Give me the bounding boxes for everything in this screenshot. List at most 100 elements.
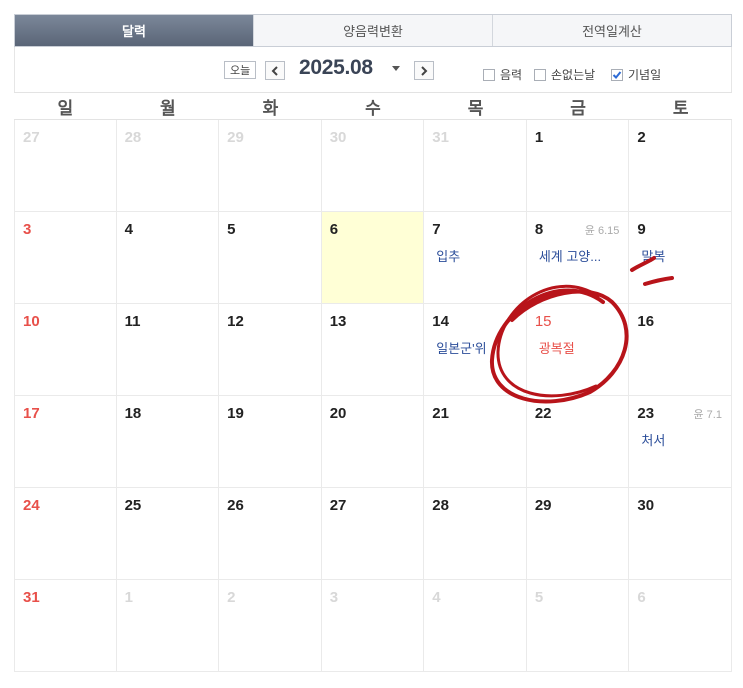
sonneomneunnal-checkbox[interactable] — [534, 68, 546, 81]
day-number: 26 — [227, 497, 244, 514]
lunar-date: 윤 7.1 — [693, 409, 722, 421]
day-cell[interactable]: 30 — [629, 488, 732, 580]
day-cell[interactable]: 22 — [526, 396, 630, 488]
day-cell[interactable]: 2 — [629, 120, 732, 212]
day-cell[interactable]: 28 — [116, 120, 220, 212]
day-cell[interactable]: 30 — [321, 120, 425, 212]
day-number: 5 — [227, 221, 236, 238]
tab-lunar-converter[interactable]: 양음력변환 — [253, 15, 492, 46]
day-cell[interactable]: 6 — [321, 212, 425, 304]
day-cell[interactable]: 28 — [424, 488, 527, 580]
day-cell[interactable]: 3 — [14, 212, 117, 304]
day-number: 3 — [23, 221, 32, 238]
lunar-checkbox[interactable] — [483, 68, 495, 81]
day-number: 29 — [534, 497, 552, 514]
day-number: 1 — [124, 589, 133, 606]
day-cell[interactable]: 17 — [14, 396, 117, 488]
day-cell[interactable]: 31 — [424, 120, 527, 212]
day-cell[interactable]: 13 — [321, 304, 425, 396]
next-month-button[interactable] — [414, 61, 434, 80]
day-number: 10 — [23, 313, 40, 330]
day-number: 27 — [329, 497, 347, 514]
day-cell[interactable]: 5 — [526, 580, 630, 672]
today-button[interactable]: 오늘 — [224, 61, 257, 79]
lunar-date: 윤 6.15 — [584, 225, 620, 237]
day-number: 4 — [124, 221, 133, 238]
day-cell[interactable]: 21 — [424, 396, 527, 488]
chevron-left-icon — [271, 65, 278, 76]
day-cell[interactable]: 27 — [321, 488, 425, 580]
day-cell[interactable]: 26 — [219, 488, 322, 580]
day-cell[interactable]: 18 — [116, 396, 220, 488]
day-cell[interactable]: 8 윤 6.15 세계 고양... — [526, 212, 630, 304]
year-month-selector[interactable]: 2025.08 — [299, 56, 373, 80]
weekday-thu: 목 — [424, 93, 527, 120]
calendar-toolbar: 오늘 2025.08 음력 손없는날 기념일 — [14, 47, 732, 92]
day-cell[interactable]: 2 — [219, 580, 322, 672]
day-cell[interactable]: 23 윤 7.1 처서 — [629, 396, 732, 488]
day-number: 3 — [329, 589, 339, 606]
day-number: 22 — [534, 405, 552, 422]
sonneomneunnal-option[interactable]: 손없는날 — [534, 66, 595, 83]
day-cell[interactable]: 5 — [219, 212, 322, 304]
event-label[interactable]: 광복절 — [539, 338, 575, 357]
event-label[interactable]: 처서 — [641, 430, 665, 449]
day-cell[interactable]: 1 — [116, 580, 220, 672]
tab-discharge-calculator[interactable]: 전역일계산 — [492, 15, 731, 46]
day-cell[interactable]: 24 — [14, 488, 117, 580]
day-cell[interactable]: 16 — [629, 304, 732, 396]
day-cell[interactable]: 25 — [116, 488, 220, 580]
weekday-wed: 수 — [321, 93, 425, 120]
day-number: 17 — [23, 405, 40, 422]
day-number: 2 — [637, 129, 646, 146]
calendar-app: 달력 양음력변환 전역일계산 오늘 2025.08 음력 손없는날 기념일 일 — [14, 14, 732, 672]
day-number: 13 — [329, 313, 347, 330]
day-cell[interactable]: 19 — [219, 396, 322, 488]
day-cell[interactable]: 1 — [526, 120, 630, 212]
day-cell[interactable]: 10 — [14, 304, 117, 396]
day-number: 28 — [432, 497, 449, 514]
weekday-mon: 월 — [116, 93, 220, 120]
day-number: 18 — [124, 405, 142, 422]
anniversary-option-label: 기념일 — [628, 68, 662, 82]
day-cell[interactable]: 6 — [629, 580, 732, 672]
caret-down-icon[interactable] — [392, 66, 400, 71]
event-label[interactable]: 일본군'위 — [436, 338, 486, 357]
lunar-option[interactable]: 음력 — [483, 66, 522, 83]
day-cell[interactable]: 31 — [14, 580, 117, 672]
day-number: 23 — [637, 405, 655, 422]
day-cell[interactable]: 4 — [424, 580, 527, 672]
day-cell[interactable]: 15 광복절 — [526, 304, 630, 396]
day-cell[interactable]: 27 — [14, 120, 117, 212]
day-cell[interactable]: 14 일본군'위 — [424, 304, 527, 396]
day-number: 24 — [23, 497, 40, 514]
day-number: 6 — [637, 589, 646, 606]
day-cell[interactable]: 12 — [219, 304, 322, 396]
day-number: 27 — [23, 129, 40, 146]
event-label[interactable]: 세계 고양... — [539, 246, 601, 265]
event-label[interactable]: 말복 — [641, 246, 665, 265]
day-number: 21 — [432, 405, 449, 422]
calendar-grid: 일 월 화 수 목 금 토 27 28 29 30 31 1 2 3 4 5 6 7 입추 8 윤 6.15… — [14, 92, 732, 672]
day-number: 8 — [534, 221, 544, 238]
day-cell[interactable]: 11 — [116, 304, 220, 396]
prev-month-button[interactable] — [265, 61, 285, 80]
event-label[interactable]: 입추 — [436, 246, 460, 265]
day-number: 25 — [124, 497, 142, 514]
anniversary-option[interactable]: 기념일 — [611, 66, 661, 83]
weekday-sun: 일 — [14, 93, 117, 120]
anniversary-checkbox[interactable] — [611, 68, 623, 81]
day-number: 30 — [637, 497, 655, 514]
day-cell[interactable]: 29 — [219, 120, 322, 212]
day-cell[interactable]: 4 — [116, 212, 220, 304]
day-cell[interactable]: 3 — [321, 580, 425, 672]
weekday-tue: 화 — [219, 93, 322, 120]
tab-calendar[interactable]: 달력 — [15, 15, 253, 46]
day-number: 2 — [227, 589, 236, 606]
lunar-option-label: 음력 — [500, 68, 523, 82]
day-cell[interactable]: 29 — [526, 488, 630, 580]
day-number: 4 — [432, 589, 441, 606]
day-cell[interactable]: 9 말복 — [629, 212, 732, 304]
day-cell[interactable]: 20 — [321, 396, 425, 488]
day-cell[interactable]: 7 입추 — [424, 212, 527, 304]
